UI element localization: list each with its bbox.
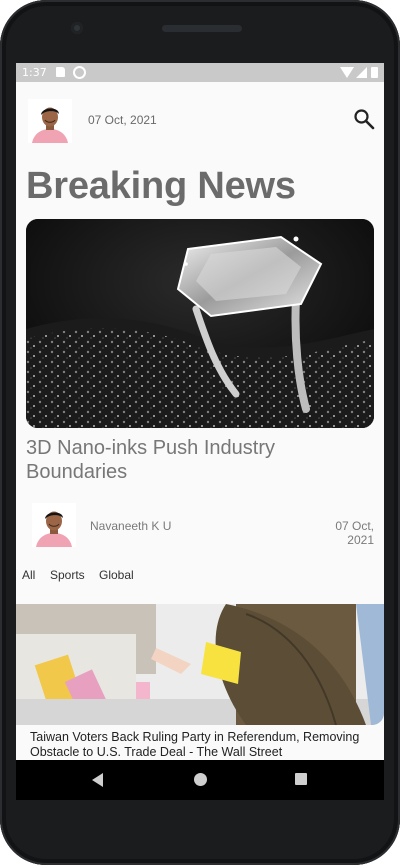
- phone-frame: 1:37 07 Oct, 2021 Breaking News 3D Nano-…: [0, 0, 400, 865]
- tab-sports[interactable]: Sports: [50, 568, 85, 582]
- front-camera: [71, 22, 83, 34]
- tab-all[interactable]: All: [22, 568, 35, 582]
- sync-icon: [73, 66, 86, 79]
- news-item-image[interactable]: [16, 604, 384, 725]
- battery-icon: [371, 67, 378, 78]
- navigation-bar: [16, 760, 384, 800]
- search-icon: [354, 109, 375, 130]
- author-avatar: [32, 503, 76, 547]
- featured-article-image[interactable]: [26, 219, 374, 428]
- app-screen: 1:37 07 Oct, 2021 Breaking News 3D Nano-…: [16, 63, 384, 800]
- search-button[interactable]: [352, 107, 376, 131]
- back-icon[interactable]: [92, 773, 103, 787]
- signal-icon: [356, 67, 367, 78]
- status-bar: 1:37: [16, 63, 384, 82]
- profile-avatar[interactable]: [28, 99, 72, 143]
- status-time: 1:37: [22, 66, 47, 79]
- featured-article-title[interactable]: 3D Nano-inks Push Industry Boundaries: [26, 436, 366, 484]
- header-date: 07 Oct, 2021: [88, 113, 157, 127]
- earpiece-speaker: [162, 25, 242, 32]
- home-icon[interactable]: [194, 773, 207, 786]
- author-name: Navaneeth K U: [90, 519, 172, 533]
- news-item-title[interactable]: Taiwan Voters Back Ruling Party in Refer…: [30, 730, 378, 760]
- article-date: 07 Oct, 2021: [335, 519, 374, 547]
- sd-card-icon: [56, 67, 65, 77]
- page-title: Breaking News: [26, 165, 296, 207]
- wifi-icon: [340, 67, 354, 78]
- recent-apps-icon[interactable]: [295, 773, 307, 785]
- tab-global[interactable]: Global: [99, 568, 134, 582]
